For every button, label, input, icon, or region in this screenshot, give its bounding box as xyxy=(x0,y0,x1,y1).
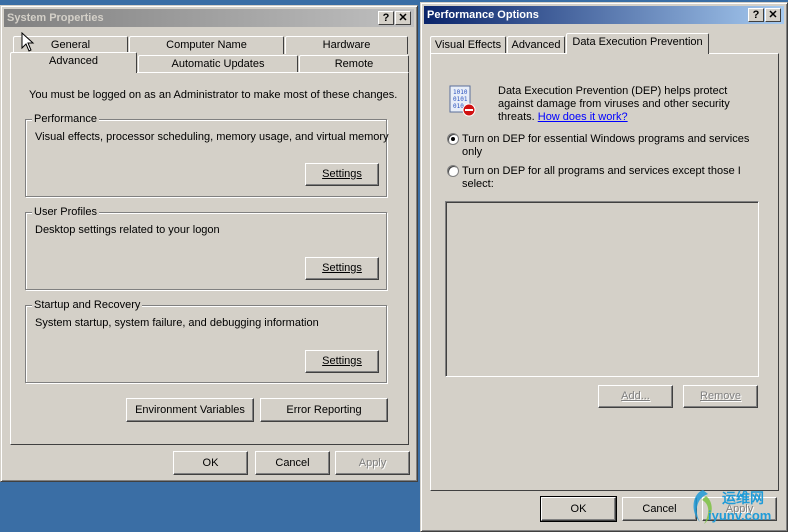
performance-label: Performance xyxy=(32,113,99,125)
startup-recovery-label: Startup and Recovery xyxy=(32,299,143,311)
svg-text:1010: 1010 xyxy=(453,89,468,96)
dep-description-line3: threats. How does it work? xyxy=(498,111,628,123)
window-title: Performance Options xyxy=(427,9,539,21)
tab-advanced[interactable]: Advanced xyxy=(10,52,137,73)
radio-essential-only-label[interactable]: Turn on DEP for essential Windows progra… xyxy=(462,133,749,145)
dep-description-line2: against damage from viruses and other se… xyxy=(498,98,730,110)
radio-essential-only-label-2[interactable]: only xyxy=(462,146,482,158)
cancel-button[interactable]: Cancel xyxy=(255,451,330,475)
close-button[interactable]: ✕ xyxy=(395,11,411,25)
cancel-button[interactable]: Cancel xyxy=(622,497,697,521)
tab-advanced[interactable]: Advanced xyxy=(507,36,565,54)
radio-essential-only[interactable] xyxy=(447,133,459,145)
add-button[interactable]: Add... xyxy=(598,385,673,408)
tab-computer-name[interactable]: Computer Name xyxy=(129,36,284,54)
user-profiles-label: User Profiles xyxy=(32,206,99,218)
radio-all-except-label-2[interactable]: select: xyxy=(462,178,494,190)
how-does-it-work-link[interactable]: How does it work? xyxy=(538,111,628,123)
tab-data-execution-prevention[interactable]: Data Execution Prevention xyxy=(566,33,709,54)
startup-recovery-settings-button[interactable]: Settings xyxy=(305,350,379,373)
mouse-cursor-icon xyxy=(21,32,35,52)
tab-panel-dep: 1010 0101 010 Data Execution Prevention … xyxy=(430,53,779,491)
apply-button[interactable]: Apply xyxy=(702,497,777,521)
user-profiles-group: User Profiles Desktop settings related t… xyxy=(25,206,387,290)
error-reporting-button[interactable]: Error Reporting xyxy=(260,398,388,422)
help-button[interactable]: ? xyxy=(748,8,764,22)
startup-recovery-group: Startup and Recovery System startup, sys… xyxy=(25,299,387,383)
title-bar[interactable]: Performance Options ? ✕ xyxy=(424,6,784,24)
tab-remote[interactable]: Remote xyxy=(299,55,409,73)
radio-selected-dot xyxy=(451,137,455,141)
tab-hardware[interactable]: Hardware xyxy=(285,36,408,54)
radio-all-except[interactable] xyxy=(447,165,459,177)
user-profiles-description: Desktop settings related to your logon xyxy=(35,224,220,236)
performance-description: Visual effects, processor scheduling, me… xyxy=(35,131,389,143)
radio-all-except-label[interactable]: Turn on DEP for all programs and service… xyxy=(462,165,741,177)
remove-button[interactable]: Remove xyxy=(683,385,758,408)
tab-automatic-updates[interactable]: Automatic Updates xyxy=(138,55,298,73)
svg-text:010: 010 xyxy=(453,103,464,110)
dep-shield-icon: 1010 0101 010 xyxy=(449,85,476,117)
performance-settings-button[interactable]: Settings xyxy=(305,163,379,186)
tab-visual-effects[interactable]: Visual Effects xyxy=(430,36,506,54)
ok-button[interactable]: OK xyxy=(173,451,248,475)
startup-recovery-description: System startup, system failure, and debu… xyxy=(35,317,319,329)
admin-note: You must be logged on as an Administrato… xyxy=(29,89,398,101)
close-button[interactable]: ✕ xyxy=(765,8,781,22)
apply-button[interactable]: Apply xyxy=(335,451,410,475)
user-profiles-settings-button[interactable]: Settings xyxy=(305,257,379,280)
performance-options-window: Performance Options ? ✕ Visual Effects A… xyxy=(420,2,788,532)
system-properties-window: System Properties ? ✕ General Computer N… xyxy=(0,5,418,482)
dep-threats-text: threats. xyxy=(498,111,535,123)
svg-text:0101: 0101 xyxy=(453,96,468,103)
tab-panel-advanced: You must be logged on as an Administrato… xyxy=(10,72,409,445)
environment-variables-button[interactable]: Environment Variables xyxy=(126,398,254,422)
title-bar[interactable]: System Properties ? ✕ xyxy=(4,9,414,27)
performance-group: Performance Visual effects, processor sc… xyxy=(25,113,389,197)
dep-description-line1: Data Execution Prevention (DEP) helps pr… xyxy=(498,85,728,97)
ok-button[interactable]: OK xyxy=(540,496,617,522)
help-button[interactable]: ? xyxy=(378,11,394,25)
window-title: System Properties xyxy=(7,12,104,24)
exception-list-box[interactable] xyxy=(445,201,759,377)
